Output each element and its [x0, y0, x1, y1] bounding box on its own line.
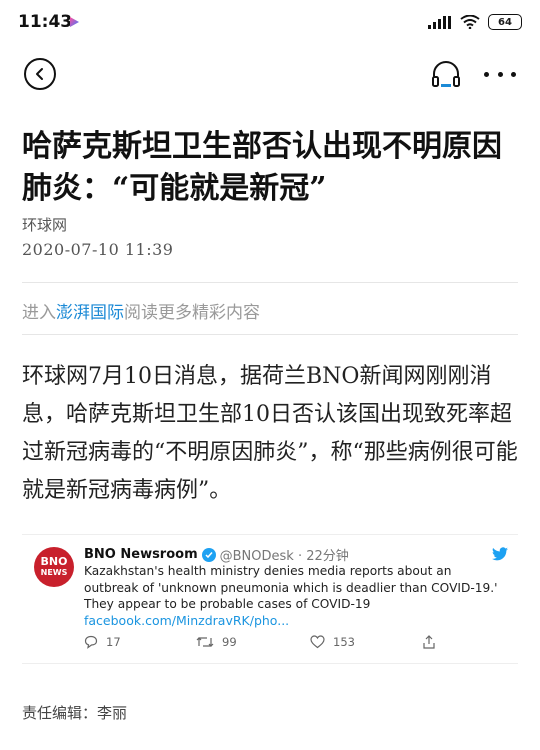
promo-brand-link[interactable]: 澎湃国际 — [56, 303, 124, 323]
tweet-author-name[interactable]: BNO Newsroom — [84, 547, 198, 562]
headphones-icon[interactable] — [430, 58, 462, 90]
avatar[interactable]: BNO NEWS — [34, 547, 74, 587]
article-editor: 责任编辑：李丽 — [22, 704, 128, 722]
divider — [22, 334, 518, 335]
share-button[interactable] — [422, 635, 436, 649]
signal-icon — [428, 16, 451, 29]
embedded-tweet[interactable]: BNO NEWS BNO Newsroom @BNODesk · 22分钟 Ka… — [22, 534, 518, 664]
twitter-bird-icon[interactable] — [492, 547, 508, 561]
reply-icon — [84, 635, 98, 649]
tweet-link[interactable]: facebook.com/MinzdravRK/pho... — [84, 613, 289, 628]
top-nav — [0, 52, 540, 98]
dot-icon — [497, 71, 503, 77]
reply-count: 17 — [106, 635, 121, 649]
promo-suffix: 阅读更多精彩内容 — [124, 303, 260, 323]
back-button[interactable] — [24, 58, 56, 90]
wifi-icon — [460, 15, 480, 29]
article-datetime: 2020-07-10 11:39 — [22, 240, 174, 259]
like-button[interactable]: 153 — [310, 635, 355, 649]
video-app-icon — [70, 17, 79, 27]
article-title: 哈萨克斯坦卫生部否认出现不明原因肺炎：“可能就是新冠” — [22, 129, 502, 206]
reply-button[interactable]: 17 — [84, 635, 121, 649]
tweet-handle[interactable]: @BNODesk · 22分钟 — [220, 545, 349, 564]
like-count: 153 — [333, 635, 355, 649]
tweet-text: Kazakhstan's health ministry denies medi… — [84, 564, 498, 611]
retweet-button[interactable]: 99 — [196, 635, 237, 649]
dot-icon — [511, 71, 516, 77]
status-time: 11:43 — [18, 12, 73, 32]
dot-icon — [484, 71, 489, 77]
promo-banner[interactable]: 进入澎湃国际阅读更多精彩内容 — [22, 298, 260, 323]
avatar-line2: NEWS — [40, 568, 68, 577]
status-indicators: 64 — [428, 14, 522, 30]
verified-icon — [201, 547, 216, 562]
divider — [22, 282, 518, 283]
share-icon — [423, 635, 435, 649]
tweet-actions: 17 99 153 — [84, 635, 464, 655]
heart-icon — [310, 635, 325, 649]
article-source: 环球网 — [22, 216, 68, 234]
retweet-icon — [196, 637, 214, 647]
chevron-left-icon — [36, 68, 43, 80]
battery-icon: 64 — [488, 14, 522, 30]
more-options-button[interactable] — [484, 62, 516, 86]
retweet-count: 99 — [222, 635, 237, 649]
avatar-line1: BNO — [40, 555, 68, 568]
battery-level: 64 — [498, 16, 512, 28]
promo-prefix: 进入 — [22, 303, 56, 323]
tweet-header: BNO Newsroom @BNODesk · 22分钟 — [84, 545, 349, 564]
article-body: 环球网7月10日消息，据荷兰BNO新闻网刚刚消息，哈萨克斯坦卫生部10日否认该国… — [22, 364, 518, 503]
status-bar: 11:43 64 — [0, 0, 540, 44]
